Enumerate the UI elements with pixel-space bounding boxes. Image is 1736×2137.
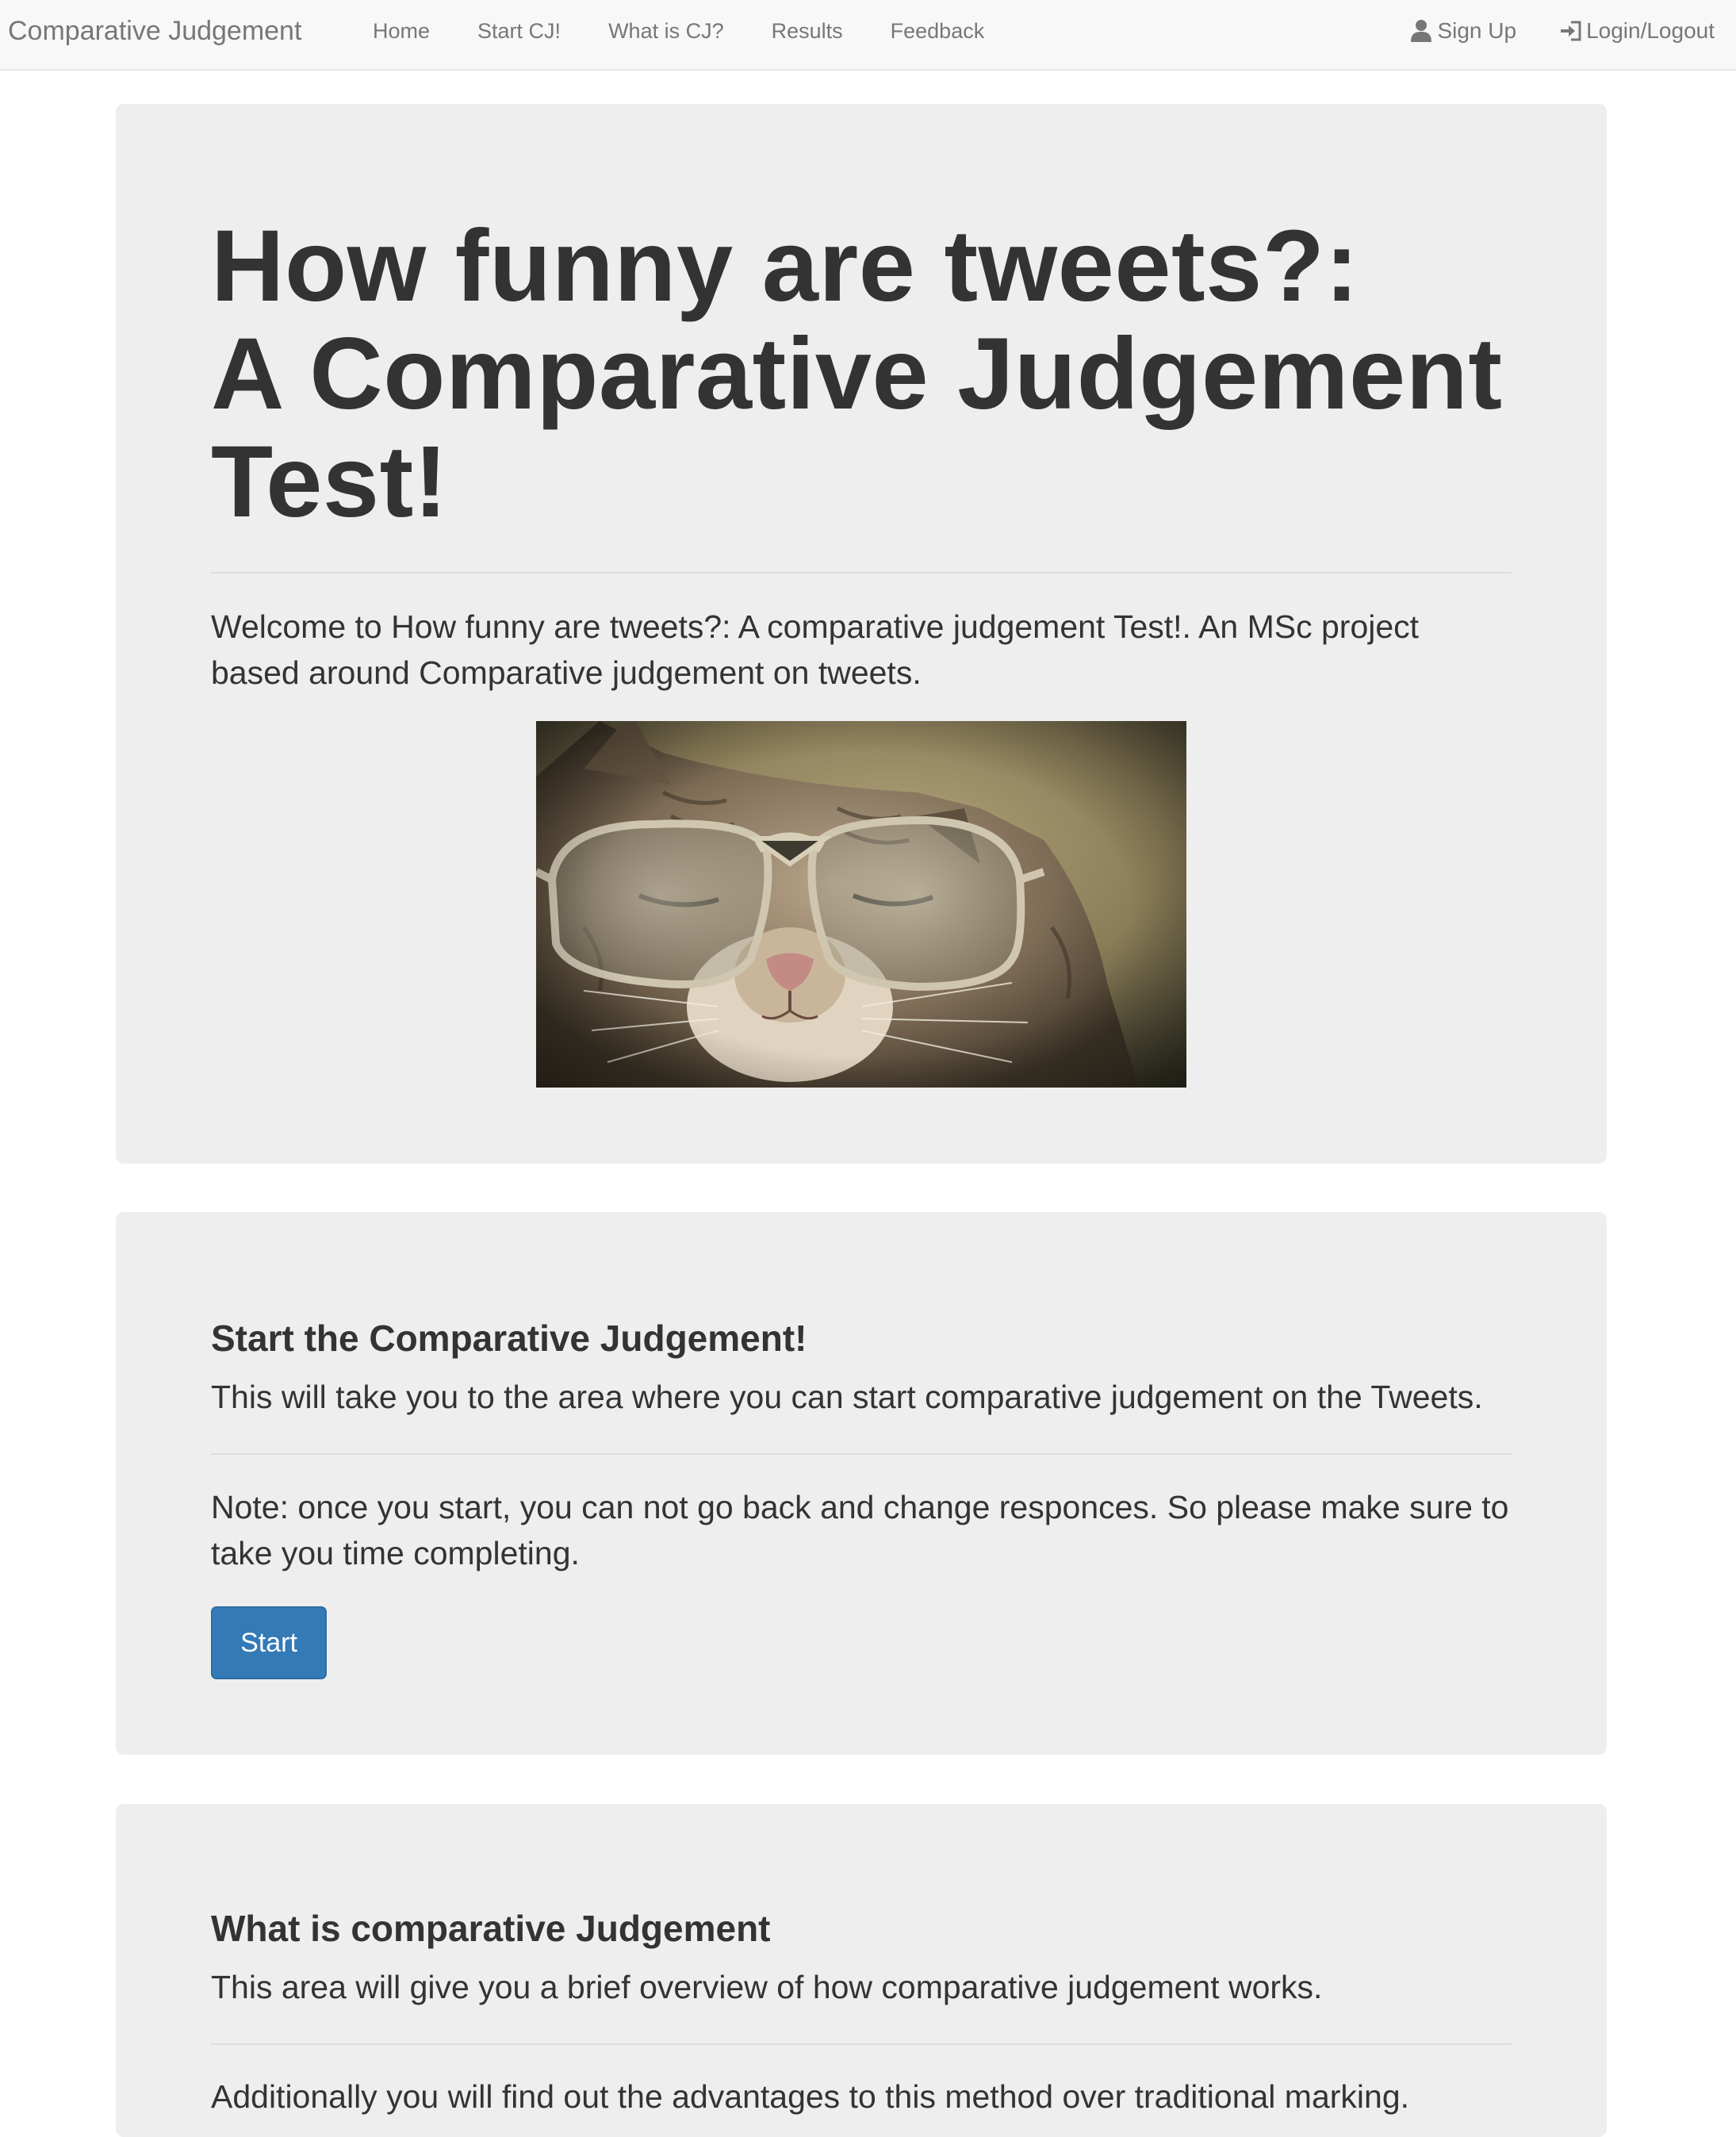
what-heading: What is comparative Judgement xyxy=(211,1908,771,1949)
title-line-1: How funny are tweets?: xyxy=(211,209,1359,323)
start-divider xyxy=(211,1453,1512,1455)
start-description: This will take you to the area where you… xyxy=(211,1379,1483,1415)
what-extra: Additionally you will find out the advan… xyxy=(211,2078,1410,2115)
what-divider xyxy=(211,2043,1512,2045)
title-line-3: Test! xyxy=(211,425,448,539)
user-icon xyxy=(1410,19,1432,43)
nav-login-logout[interactable]: Login/Logout xyxy=(1538,0,1736,62)
what-is-cj-panel: What is comparative Judgement This area … xyxy=(116,1804,1607,2137)
start-button[interactable]: Start xyxy=(211,1606,327,1679)
nav-results[interactable]: Results xyxy=(748,0,867,62)
top-navbar: Comparative Judgement Home Start CJ! Wha… xyxy=(0,0,1736,71)
hero-lead: Welcome to How funny are tweets?: A comp… xyxy=(211,608,1420,691)
hero-panel: How funny are tweets?: A Comparative Jud… xyxy=(116,104,1607,1164)
nav-start-cj[interactable]: Start CJ! xyxy=(454,0,584,62)
nav-what-is-cj[interactable]: What is CJ? xyxy=(584,0,748,62)
page-title: How funny are tweets?: A Comparative Jud… xyxy=(211,213,1559,536)
start-heading: Start the Comparative Judgement! xyxy=(211,1318,807,1359)
brand-link[interactable]: Comparative Judgement xyxy=(8,0,301,71)
sign-up-label: Sign Up xyxy=(1437,18,1517,43)
main-nav: Home Start CJ! What is CJ? Results Feedb… xyxy=(349,0,1008,71)
login-logout-label: Login/Logout xyxy=(1586,18,1715,43)
nav-home[interactable]: Home xyxy=(349,0,454,62)
hero-divider xyxy=(211,572,1512,574)
title-line-2: A Comparative Judgement xyxy=(211,317,1503,431)
cat-wearing-glasses-image xyxy=(536,721,1186,1088)
nav-sign-up[interactable]: Sign Up xyxy=(1389,0,1538,62)
login-icon xyxy=(1559,19,1581,43)
account-nav: Sign Up Login/Logout xyxy=(1389,0,1736,71)
nav-feedback[interactable]: Feedback xyxy=(867,0,1009,62)
what-description: This area will give you a brief overview… xyxy=(211,1969,1323,2005)
start-note: Note: once you start, you can not go bac… xyxy=(211,1489,1509,1571)
start-panel: Start the Comparative Judgement! This wi… xyxy=(116,1212,1607,1755)
